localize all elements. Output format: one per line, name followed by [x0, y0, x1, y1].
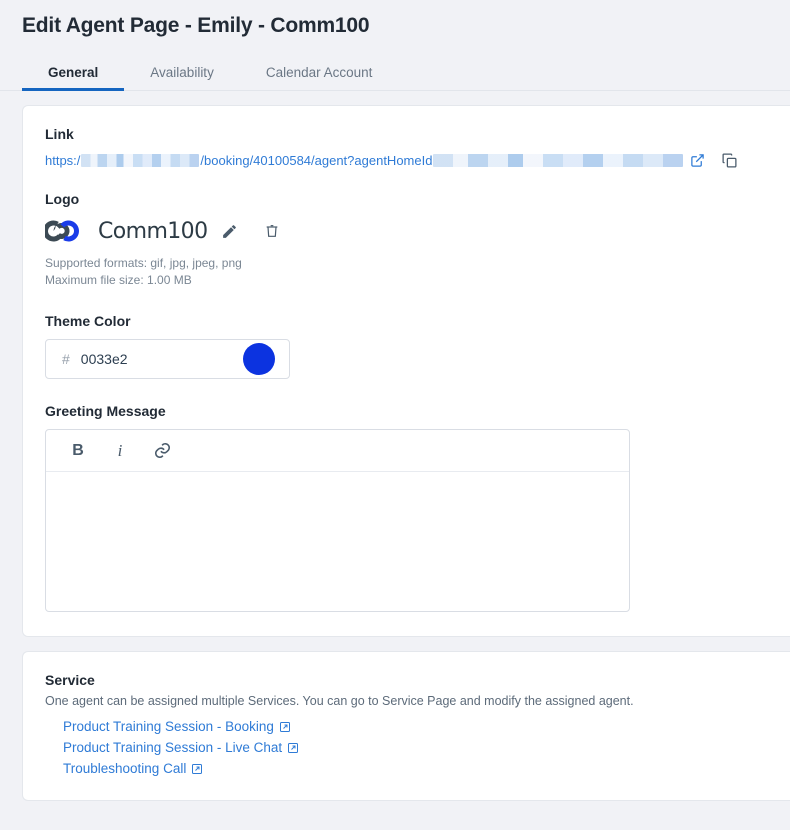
list-item[interactable]: Troubleshooting Call	[63, 761, 203, 776]
tab-general[interactable]: General	[22, 65, 125, 91]
editor-toolbar: B i	[46, 430, 629, 472]
logo-section-label: Logo	[45, 191, 80, 207]
tab-availability-label: Availability	[150, 65, 214, 80]
external-link-icon[interactable]	[690, 153, 705, 168]
logo-max-file-size: Maximum file size: 1.00 MB	[45, 273, 192, 287]
theme-color-label: Theme Color	[45, 313, 131, 329]
agent-page-link[interactable]: https:/ /booking/40100584/agent?agentHome…	[45, 153, 684, 168]
service-section-label: Service	[45, 672, 95, 688]
theme-color-swatch[interactable]	[243, 343, 275, 375]
page-title: Edit Agent Page - Emily - Comm100	[22, 14, 370, 37]
comm100-logo-icon	[45, 220, 79, 242]
service-list: Product Training Session - Booking Produ…	[45, 719, 768, 776]
link-prefix: https:/	[45, 153, 81, 168]
service-link-label: Product Training Session - Live Chat	[63, 740, 283, 755]
greeting-message-editor: B i	[45, 429, 630, 612]
external-link-icon	[279, 721, 290, 732]
redacted-domain	[81, 154, 200, 167]
logo-supported-formats: Supported formats: gif, jpg, jpeg, png	[45, 256, 242, 270]
theme-color-input[interactable]: 0033e2	[81, 351, 201, 367]
link-row: https:/ /booking/40100584/agent?agentHome…	[45, 152, 768, 169]
bold-icon[interactable]: B	[68, 441, 88, 461]
service-link-label: Product Training Session - Booking	[63, 719, 274, 734]
italic-icon[interactable]: i	[110, 441, 130, 461]
pencil-icon[interactable]	[221, 223, 238, 240]
theme-color-value-wrap: # 0033e2	[62, 351, 201, 367]
service-card: Service One agent can be assigned multip…	[22, 651, 790, 801]
tab-calendar-account[interactable]: Calendar Account	[240, 65, 399, 90]
tab-calendar-account-label: Calendar Account	[265, 65, 373, 80]
theme-color-field[interactable]: # 0033e2	[45, 339, 290, 379]
tab-availability[interactable]: Availability	[124, 65, 240, 90]
external-link-icon	[192, 763, 203, 774]
general-card: Link https:/ /booking/40100584/agent?agen…	[22, 105, 790, 637]
service-description: One agent can be assigned multiple Servi…	[45, 694, 634, 708]
link-icon[interactable]	[152, 441, 172, 461]
service-link-label: Troubleshooting Call	[63, 761, 187, 776]
logo-row: Comm100	[45, 217, 768, 245]
comm100-wordmark: Comm100	[98, 218, 208, 244]
link-path: /booking/40100584/agent?agentHomeId	[200, 153, 433, 168]
list-item[interactable]: Product Training Session - Booking	[63, 719, 291, 734]
hash-prefix: #	[62, 351, 70, 367]
greeting-message-input[interactable]	[46, 472, 629, 611]
link-section-label: Link	[45, 126, 74, 142]
external-link-icon	[288, 742, 299, 753]
copy-link-icon[interactable]	[721, 152, 738, 169]
redacted-query-value	[433, 154, 684, 167]
tab-bar: General Availability Calendar Account	[0, 55, 790, 91]
comm100-logo: Comm100	[45, 217, 208, 245]
list-item[interactable]: Product Training Session - Live Chat	[63, 740, 299, 755]
tab-general-label: General	[48, 65, 99, 80]
greeting-message-label: Greeting Message	[45, 403, 166, 419]
trash-icon[interactable]	[264, 223, 280, 239]
